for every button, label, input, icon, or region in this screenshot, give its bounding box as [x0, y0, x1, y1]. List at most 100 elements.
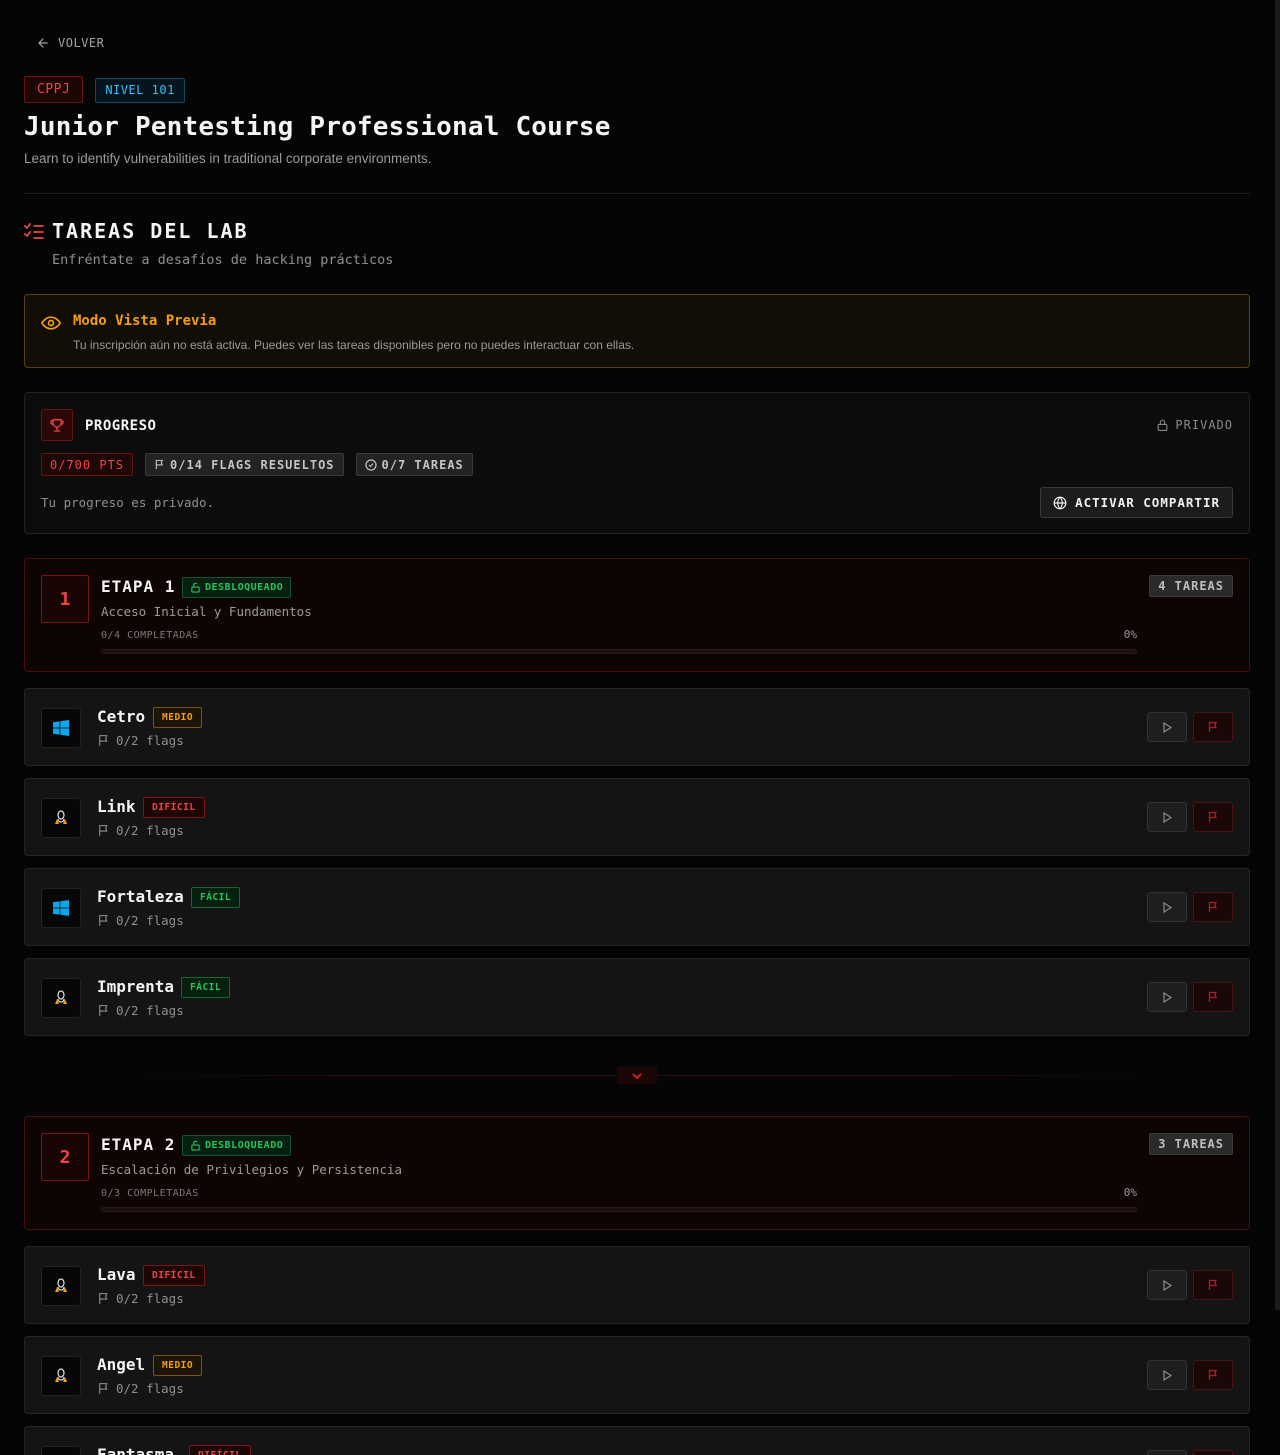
unlock-icon	[191, 582, 200, 593]
start-task-button[interactable]	[1147, 982, 1187, 1012]
course-level-badge: NIVEL 101	[95, 78, 185, 103]
chevron-down-icon	[632, 1072, 642, 1079]
stage-card[interactable]: 2 ETAPA 2 DESBLOQUEADO Escalación de Pri…	[24, 1116, 1250, 1230]
task-card[interactable]: Fortaleza FÁCIL 0/2 flags	[24, 868, 1250, 946]
linux-icon	[55, 1368, 67, 1382]
stage-percent: 0%	[1123, 1186, 1137, 1199]
start-task-button[interactable]	[1147, 1450, 1187, 1455]
unlocked-badge: DESBLOQUEADO	[182, 1135, 292, 1156]
play-icon	[1163, 901, 1173, 913]
start-task-button[interactable]	[1147, 892, 1187, 922]
linux-icon	[55, 1278, 67, 1292]
stage-title: ETAPA 2	[101, 1135, 176, 1154]
back-link[interactable]: VOLVER	[36, 36, 104, 50]
stage-progress-bar	[101, 1207, 1137, 1212]
stage-tasks-badge: 4 TAREAS	[1149, 575, 1233, 597]
header-divider	[24, 193, 1250, 194]
start-task-button[interactable]	[1147, 802, 1187, 832]
difficulty-badge: DIFÍCIL	[143, 797, 205, 818]
stage-number: 1	[41, 575, 89, 623]
flags-chip-label: 0/14 FLAGS RESUELTOS	[170, 457, 335, 472]
stage-title: ETAPA 1	[101, 577, 176, 596]
enable-sharing-label: ACTIVAR COMPARTIR	[1075, 495, 1220, 510]
privacy-status: PRIVADO	[1156, 418, 1233, 432]
privacy-text: Tu progreso es privado.	[41, 495, 215, 510]
trophy-badge	[41, 409, 73, 441]
stage-description: Acceso Inicial y Fundamentos	[101, 604, 312, 619]
task-card[interactable]: Fantasma DIFÍCIL	[24, 1426, 1250, 1455]
difficulty-badge: FÁCIL	[181, 977, 231, 998]
stage-tasks-badge: 3 TAREAS	[1149, 1133, 1233, 1155]
flag-icon	[99, 915, 108, 926]
lock-icon	[1158, 419, 1168, 431]
difficulty-badge: DIFÍCIL	[143, 1265, 205, 1286]
privacy-label: PRIVADO	[1175, 418, 1233, 432]
difficulty-badge: DIFÍCIL	[189, 1445, 251, 1455]
stage-card[interactable]: 1 ETAPA 1 DESBLOQUEADO Acceso Inicial y …	[24, 558, 1250, 672]
task-flags-label: 0/2 flags	[116, 823, 184, 838]
submit-flag-button[interactable]	[1193, 712, 1233, 742]
play-icon	[1163, 1369, 1173, 1381]
stage-number: 2	[41, 1133, 89, 1181]
task-card[interactable]: Link DIFÍCIL 0/2 flags	[24, 778, 1250, 856]
arrow-left-icon	[38, 38, 48, 48]
task-flags: 0/2 flags	[97, 733, 184, 748]
play-icon	[1163, 1279, 1173, 1291]
preview-mode-banner: Modo Vista Previa Tu inscripción aún no …	[24, 294, 1250, 368]
start-task-button[interactable]	[1147, 1360, 1187, 1390]
play-icon	[1163, 721, 1173, 733]
eye-icon	[41, 316, 61, 330]
task-card[interactable]: Angel MEDIO 0/2 flags	[24, 1336, 1250, 1414]
task-name: Angel	[97, 1355, 146, 1374]
flag-icon	[99, 825, 108, 836]
flag-icon	[1208, 991, 1217, 1002]
start-task-button[interactable]	[1147, 1270, 1187, 1300]
preview-text: Tu inscripción aún no está activa. Puede…	[73, 338, 635, 352]
flag-icon	[1208, 1369, 1217, 1380]
start-task-button[interactable]	[1147, 712, 1187, 742]
difficulty-badge: MEDIO	[153, 707, 203, 728]
submit-flag-button[interactable]	[1193, 982, 1233, 1012]
os-badge	[41, 798, 81, 838]
submit-flag-button[interactable]	[1193, 802, 1233, 832]
submit-flag-button[interactable]	[1193, 1270, 1233, 1300]
task-flags-label: 0/2 flags	[116, 1381, 184, 1396]
stage-description: Escalación de Privilegios y Persistencia	[101, 1162, 403, 1177]
submit-flag-button[interactable]	[1193, 1450, 1233, 1455]
play-icon	[1163, 811, 1173, 823]
list-checks-icon	[24, 223, 44, 239]
difficulty-badge: FÁCIL	[191, 887, 241, 908]
task-card[interactable]: Imprenta FÁCIL 0/2 flags	[24, 958, 1250, 1036]
page-subtitle: Learn to identify vulnerabilities in tra…	[24, 151, 432, 166]
windows-icon	[53, 720, 69, 736]
task-name: Imprenta	[97, 977, 175, 996]
task-card[interactable]: Cetro MEDIO 0/2 flags	[24, 688, 1250, 766]
task-flags-label: 0/2 flags	[116, 733, 184, 748]
flag-icon	[1208, 1279, 1217, 1290]
unlock-icon	[191, 1140, 200, 1151]
stage-percent: 0%	[1123, 628, 1137, 641]
points-chip: 0/700 PTS	[41, 453, 134, 476]
tasks-chip-label: 0/7 TAREAS	[381, 457, 464, 472]
flags-chip: 0/14 FLAGS RESUELTOS	[145, 453, 344, 476]
os-badge	[41, 888, 81, 928]
expand-stage-button[interactable]	[617, 1067, 657, 1084]
scrollbar[interactable]	[1275, 0, 1280, 1310]
submit-flag-button[interactable]	[1193, 892, 1233, 922]
flag-icon	[155, 459, 164, 470]
flag-icon	[99, 1005, 108, 1016]
submit-flag-button[interactable]	[1193, 1360, 1233, 1390]
stage-progress-bar	[101, 649, 1137, 654]
task-name: Fortaleza	[97, 887, 184, 906]
flag-icon	[99, 1293, 108, 1304]
os-badge	[41, 1266, 81, 1306]
os-badge	[41, 1446, 81, 1455]
task-flags: 0/2 flags	[97, 1003, 184, 1018]
enable-sharing-button[interactable]: ACTIVAR COMPARTIR	[1040, 487, 1233, 518]
task-flags-label: 0/2 flags	[116, 1003, 184, 1018]
task-flags: 0/2 flags	[97, 913, 184, 928]
trophy-icon	[50, 419, 64, 432]
section-subtitle: Enfréntate a desafíos de hacking práctic…	[52, 252, 394, 268]
task-card[interactable]: Lava DIFÍCIL 0/2 flags	[24, 1246, 1250, 1324]
task-flags-label: 0/2 flags	[116, 913, 184, 928]
